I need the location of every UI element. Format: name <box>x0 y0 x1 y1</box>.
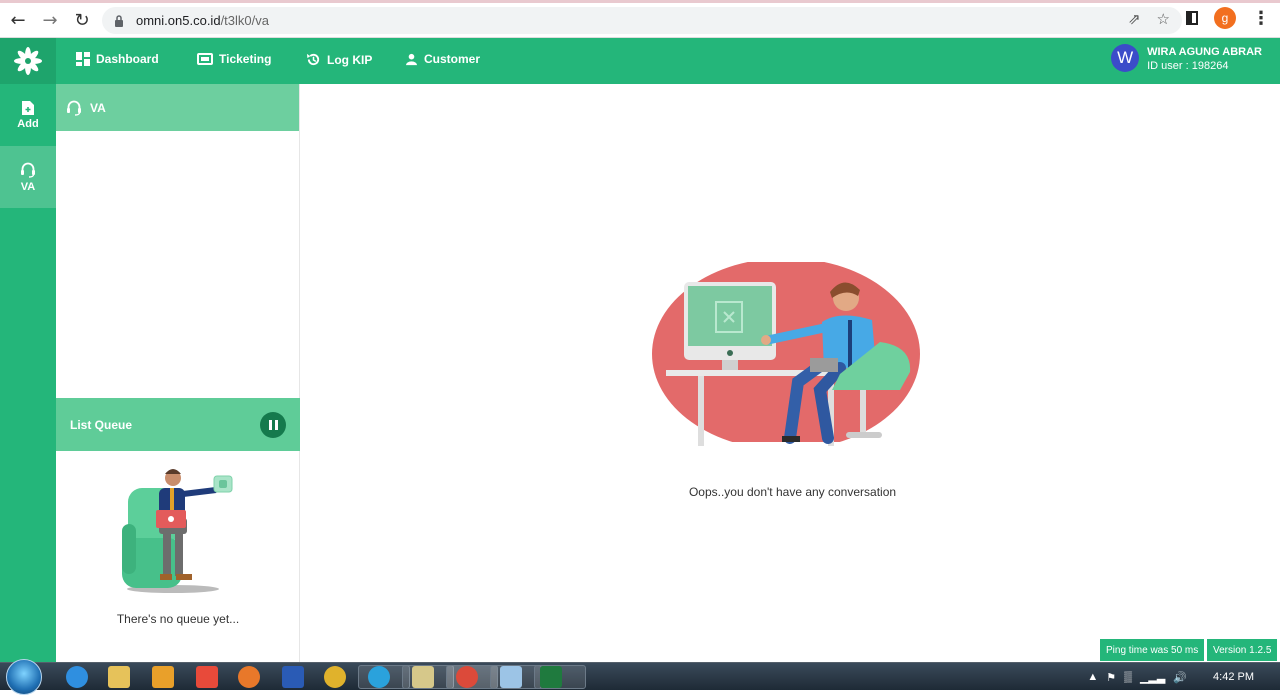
media-player-icon[interactable] <box>152 666 174 688</box>
grid-icon <box>76 52 90 66</box>
lock-icon <box>115 14 123 27</box>
queue-header: List Queue <box>56 398 300 451</box>
rail-item-add[interactable]: Add <box>0 84 56 146</box>
nav-customer-label: Customer <box>424 52 481 66</box>
nav-log-kip[interactable]: Log KIP <box>306 52 372 67</box>
telegram-icon[interactable] <box>368 666 390 688</box>
system-tray: ▲ ⚑ ▒ ▁▂▃ 🔊 4:42 PM <box>1087 663 1280 691</box>
explorer-icon[interactable] <box>412 666 434 688</box>
os-taskbar: ▲ ⚑ ▒ ▁▂▃ 🔊 4:42 PM <box>0 659 1280 695</box>
flower-logo-icon <box>14 47 42 75</box>
address-bar[interactable]: omni.on5.co.id/t3lk0/va ⇗ ☆ <box>102 7 1182 34</box>
side-panel-icon[interactable] <box>1186 11 1198 25</box>
pause-icon <box>268 420 272 430</box>
signal-icon[interactable]: ▁▂▃ <box>1140 671 1165 684</box>
user-avatar: W <box>1111 44 1140 72</box>
nav-ticketing[interactable]: Ticketing <box>197 52 271 66</box>
share-icon[interactable]: ⇗ <box>1128 10 1141 28</box>
profile-avatar[interactable]: g <box>1214 7 1236 29</box>
conversation-panel: VA List Queue There's no queue yet... <box>56 84 300 662</box>
browser-menu-icon[interactable]: ⋮ <box>1252 8 1270 29</box>
queue-title: List Queue <box>70 417 133 432</box>
history-icon <box>306 53 320 66</box>
clock[interactable]: 4:42 PM <box>1213 671 1254 683</box>
user-name: WIRA AGUNG ABRAR <box>1147 46 1262 58</box>
left-rail: Add VA <box>0 84 56 662</box>
queue-empty-illustration <box>122 469 233 593</box>
nav-dashboard-label: Dashboard <box>96 52 159 66</box>
browser-toolbar: ← → ↻ omni.on5.co.id/t3lk0/va ⇗ ☆ g ⋮ <box>0 3 1280 38</box>
person-icon <box>405 53 418 65</box>
ie-icon[interactable] <box>66 666 88 688</box>
forward-icon[interactable]: → <box>36 6 64 34</box>
network-icon[interactable]: ▒ <box>1124 671 1132 683</box>
excel-icon[interactable] <box>540 666 562 688</box>
word-icon[interactable] <box>282 666 304 688</box>
nav-dashboard[interactable]: Dashboard <box>76 52 159 66</box>
nav-ticketing-label: Ticketing <box>219 52 272 66</box>
firefox-icon[interactable] <box>238 666 260 688</box>
url-path: /t3lk0/va <box>220 13 269 28</box>
back-icon[interactable]: ← <box>4 6 32 34</box>
headset-icon <box>67 100 81 116</box>
panel-title: VA <box>90 100 106 115</box>
nav-log-kip-label: Log KIP <box>327 52 373 67</box>
add-file-icon <box>22 100 34 115</box>
app-logo[interactable] <box>0 38 56 84</box>
empty-conversation-illustration <box>650 262 925 452</box>
pause-icon-bar <box>274 420 278 430</box>
app-header: Dashboard Ticketing Log KIP Customer W W… <box>0 38 1280 84</box>
chrome-icon[interactable] <box>324 666 346 688</box>
notepad-icon[interactable] <box>500 666 522 688</box>
tray-arrow-icon[interactable]: ▲ <box>1087 671 1098 683</box>
flag-icon[interactable]: ⚑ <box>1106 671 1116 684</box>
nav-customer[interactable]: Customer <box>405 52 480 66</box>
rail-item-va[interactable]: VA <box>0 146 56 208</box>
panel-header: VA <box>56 84 299 131</box>
queue-empty-text: There's no queue yet... <box>116 612 240 626</box>
chrome-active-icon[interactable] <box>456 666 478 688</box>
headset-icon <box>21 162 35 178</box>
user-profile[interactable]: W WIRA AGUNG ABRAR ID user : 198264 <box>1111 44 1262 72</box>
folder-icon[interactable] <box>108 666 130 688</box>
rail-item-va-label: VA <box>20 180 36 193</box>
reload-icon[interactable]: ↻ <box>68 6 96 34</box>
rail-item-add-label: Add <box>17 117 39 130</box>
ticket-icon <box>197 53 213 65</box>
empty-conversation-text: Oops..you don't have any conversation <box>688 485 897 499</box>
version-badge: Version 1.2.5 <box>1207 639 1278 661</box>
pause-queue-button[interactable] <box>260 412 286 438</box>
bookmark-star-icon[interactable]: ☆ <box>1157 10 1170 28</box>
app-red-icon[interactable] <box>196 666 218 688</box>
url-text: omni.on5.co.id/t3lk0/va <box>136 13 269 28</box>
ping-badge: Ping time was 50 ms <box>1100 639 1205 661</box>
volume-icon[interactable]: 🔊 <box>1173 671 1187 684</box>
url-host: omni.on5.co.id <box>136 13 221 28</box>
user-id: ID user : 198264 <box>1147 60 1229 72</box>
